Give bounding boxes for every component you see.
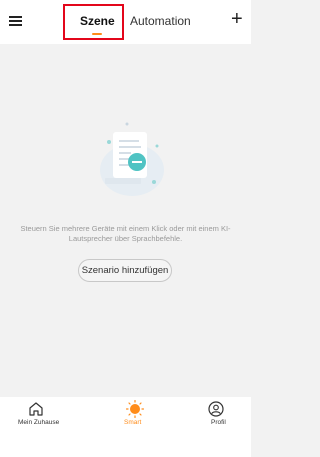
- nav-item-profil[interactable]: Profil: [197, 397, 237, 457]
- hamburger-menu-icon[interactable]: [9, 16, 22, 26]
- add-button[interactable]: +: [231, 8, 243, 30]
- nav-label-profil: Profil: [211, 419, 226, 426]
- highlight-box: [63, 4, 124, 40]
- user-icon: [208, 401, 224, 417]
- nav-label-home: Mein Zuhause: [18, 419, 60, 426]
- add-scenario-button[interactable]: Szenario hinzufügen: [78, 259, 172, 282]
- nav-item-smart[interactable]: Smart: [110, 397, 160, 457]
- top-bar: Szene Automation +: [0, 0, 251, 44]
- home-icon: [29, 402, 43, 416]
- document-illustration: [100, 122, 164, 196]
- nav-item-home[interactable]: Mein Zuhause: [18, 397, 68, 457]
- bottom-nav: Mein Zuhause Smart Profil: [0, 397, 251, 457]
- tab-automation[interactable]: Automation: [130, 13, 191, 29]
- nav-label-smart: Smart: [124, 419, 142, 426]
- empty-state-message: Steuern Sie mehrere Geräte mit einem Kli…: [20, 224, 231, 243]
- sun-icon: [126, 400, 144, 418]
